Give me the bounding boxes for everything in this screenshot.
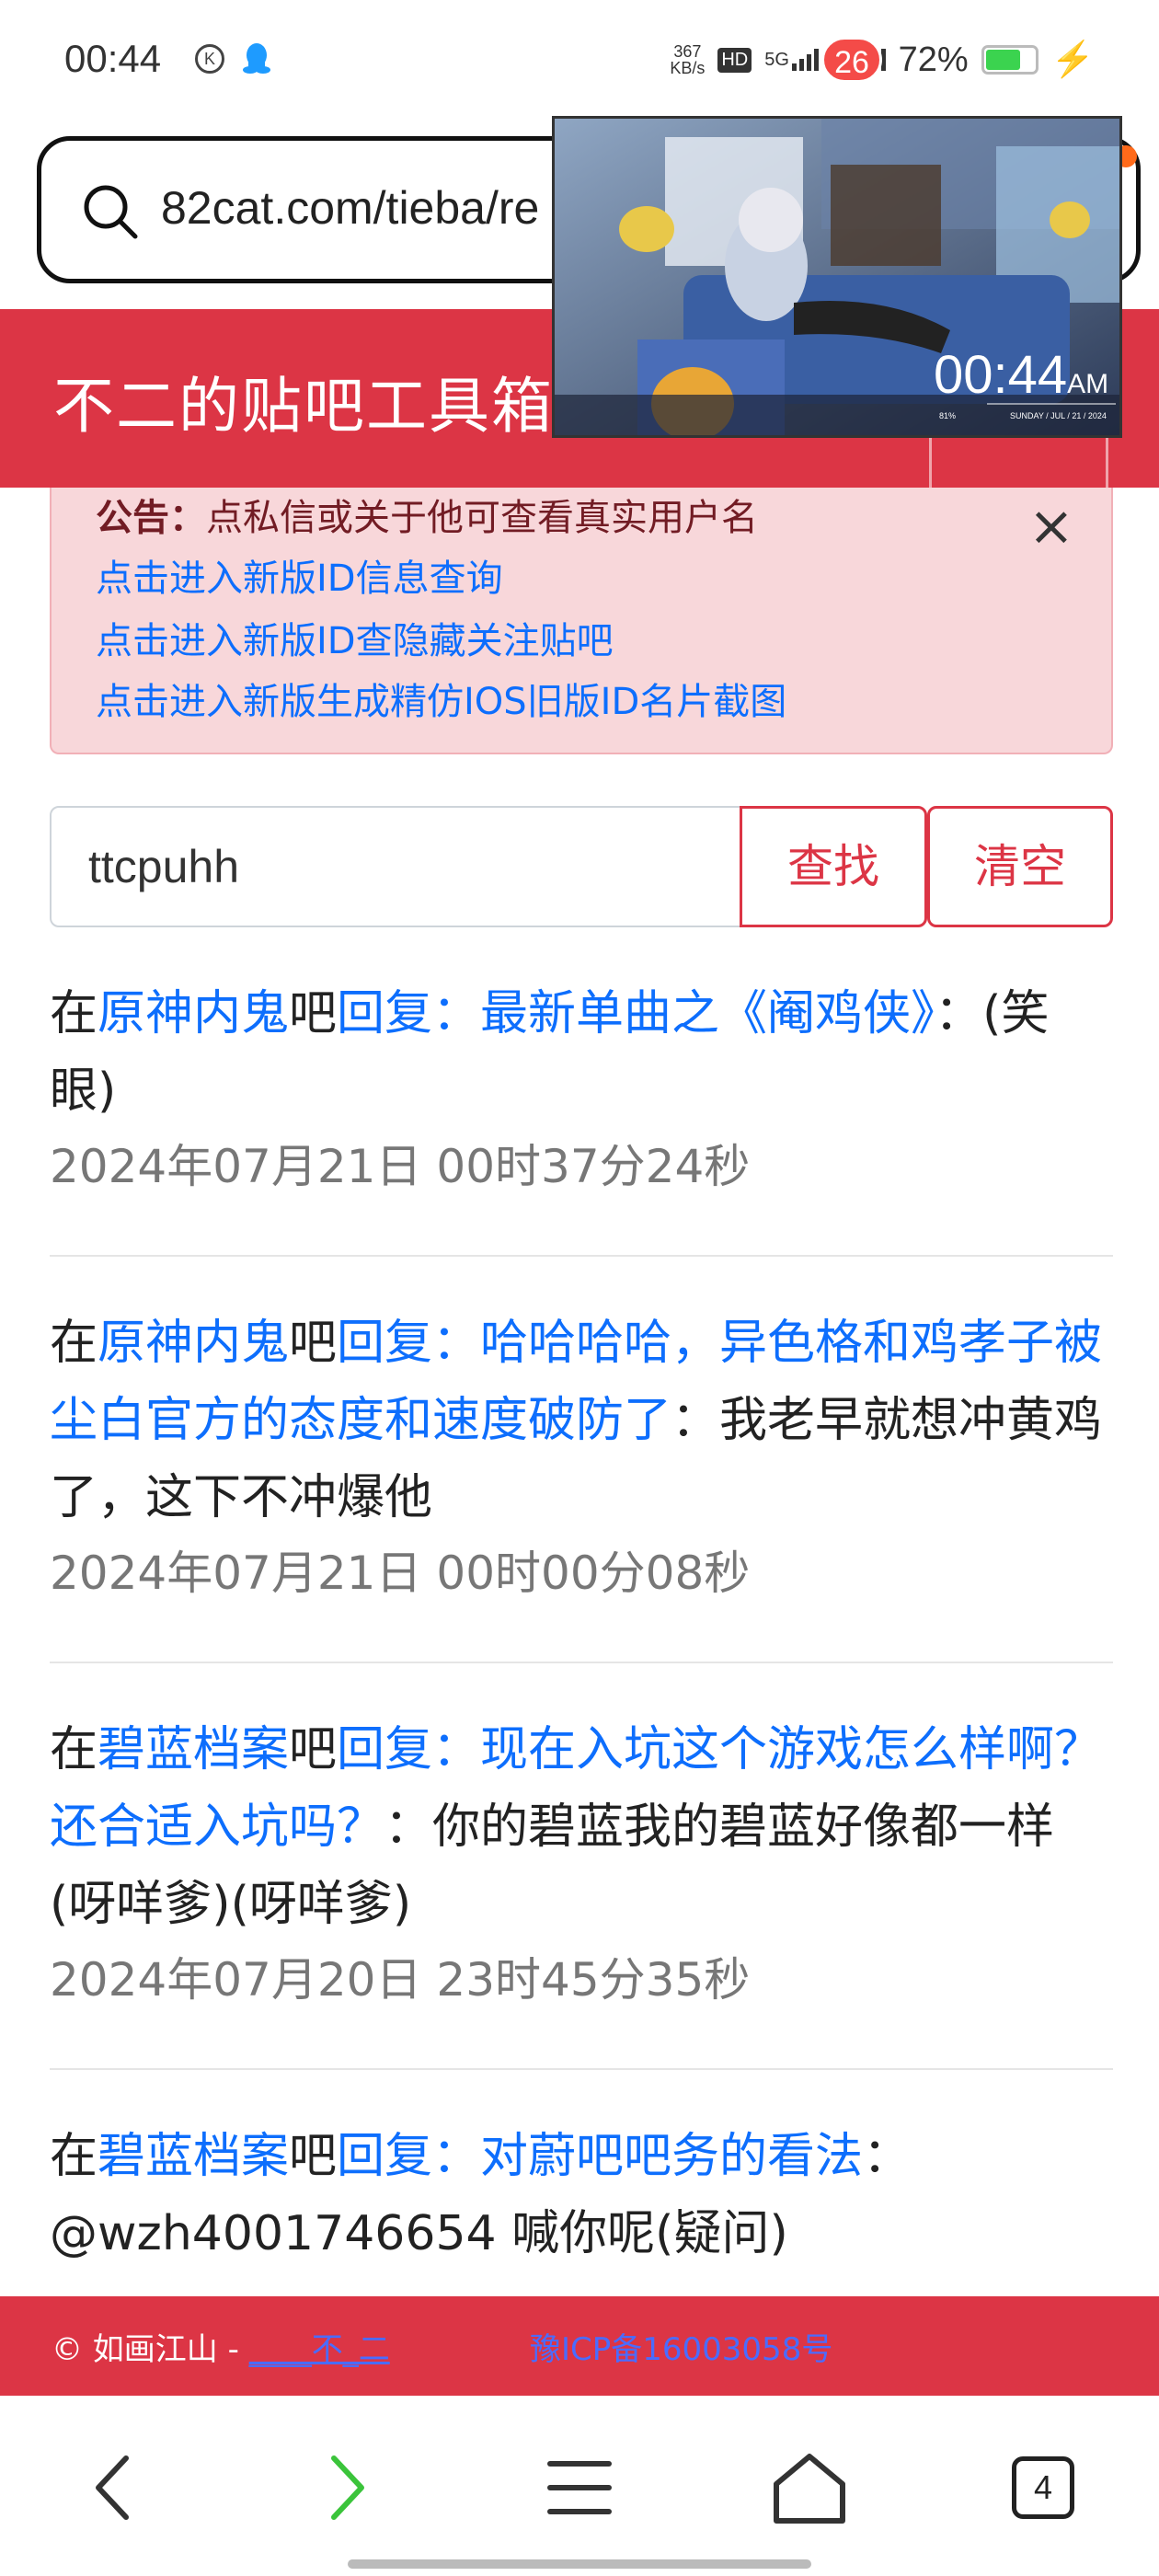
browser-bottom-nav: [0, 2396, 1159, 2576]
hd-icon: HD: [717, 47, 752, 73]
author-link[interactable]: ____不_二: [249, 2331, 390, 2368]
notice-link-hidden-follow[interactable]: 点击进入新版ID查隐藏关注贴吧: [96, 611, 614, 664]
result-timestamp: 2024年07月21日 00时37分24秒: [50, 1140, 751, 1193]
tabs-icon[interactable]: 4: [1012, 2456, 1074, 2519]
result-prefix: 在: [50, 2129, 98, 2184]
battery-fill: [985, 50, 1020, 70]
forum-link[interactable]: 原神内鬼: [98, 986, 289, 1041]
result-ba: 吧: [289, 1316, 338, 1371]
video-clock-time: 00:44: [934, 345, 1068, 405]
back-arrow-icon[interactable]: [69, 2442, 161, 2534]
forward-arrow-icon[interactable]: [299, 2442, 391, 2534]
post-title-link[interactable]: 回复：最新单曲之《阉鸡侠》: [337, 986, 935, 1041]
result-text: 在原神内鬼吧回复：最新单曲之《阉鸡侠》：(笑眼): [50, 975, 1113, 1130]
result-text: 在原神内鬼吧回复：哈哈哈哈，异色格和鸡孝子被尘白官方的态度和速度破防了：我老早就…: [50, 1305, 1113, 1536]
result-prefix: 在: [50, 1722, 98, 1777]
video-date: SUNDAY / JUL / 21 / 2024: [1010, 411, 1107, 420]
result-ba: 吧: [289, 986, 338, 1041]
post-title-link[interactable]: 回复：对蔚吧吧务的看法: [337, 2129, 863, 2184]
result-ba: 吧: [289, 1722, 338, 1777]
battery-percent: 72%: [898, 40, 969, 79]
notice-link-ios-card[interactable]: 点击进入新版生成精仿IOS旧版ID名片截图: [96, 672, 786, 725]
list-item: 在原神内鬼吧回复：哈哈哈哈，异色格和鸡孝子被尘白官方的态度和速度破防了：我老早就…: [50, 1305, 1113, 1663]
clear-button[interactable]: 清空: [927, 806, 1113, 927]
result-sep: ：: [863, 2129, 912, 2184]
home-icon[interactable]: [763, 2442, 855, 2534]
sim1-label: 5G: [764, 50, 789, 70]
result-text: 在碧蓝档案吧回复：现在入坑这个游戏怎么样啊？还合适入坑吗？：你的碧蓝我的碧蓝好像…: [50, 1711, 1113, 1943]
notice-label: 公告：: [96, 497, 206, 539]
notice-text: 公告：点私信或关于他可查看真实用户名: [96, 488, 758, 541]
forum-link[interactable]: 原神内鬼: [98, 1316, 289, 1371]
site-title: 不二的贴吧工具箱: [53, 371, 554, 442]
net-speed-value: 367: [673, 42, 702, 61]
menu-icon[interactable]: [534, 2442, 625, 2534]
result-sep: ：: [935, 986, 983, 1041]
status-bar: 00:44 K 367 KB/s HD 5G 5G 72% ⚡: [0, 0, 1159, 120]
video-battery: 81%: [939, 411, 957, 420]
qq-penguin-icon: [243, 43, 270, 74]
signal-icon: 5G: [764, 49, 819, 71]
results-list: 在原神内鬼吧回复：最新单曲之《阉鸡侠》：(笑眼) 2024年07月21日 00时…: [50, 975, 1113, 2381]
pip-video-overlay[interactable]: 00:44AM 81% SUNDAY / JUL / 21 / 2024: [552, 116, 1122, 438]
search-icon: [84, 185, 138, 239]
result-text: 在碧蓝档案吧回复：对蔚吧吧务的看法： @wzh4001746654 喊你呢(疑问): [50, 2118, 1113, 2272]
reply-content: @wzh4001746654 喊你呢(疑问): [50, 2206, 788, 2261]
find-button[interactable]: 查找: [740, 806, 927, 927]
battery-icon: [981, 45, 1039, 75]
result-prefix: 在: [50, 1316, 98, 1371]
video-clock: 00:44AM: [934, 344, 1108, 406]
result-timestamp: 2024年07月21日 00时00分08秒: [50, 1547, 751, 1600]
site-footer: © 如画江山 - ____不_二 豫ICP备16003058号: [0, 2296, 1159, 2396]
net-speed-unit: KB/s: [670, 59, 706, 77]
close-icon[interactable]: ×: [1028, 499, 1074, 554]
result-sep: ：: [671, 1393, 720, 1448]
search-input[interactable]: [50, 806, 741, 927]
copyright-text: © 如画江山 -: [52, 2331, 249, 2368]
forum-link[interactable]: 碧蓝档案: [98, 1722, 289, 1777]
icp-link[interactable]: 豫ICP备16003058号: [530, 2324, 832, 2369]
status-time: 00:44: [64, 37, 162, 80]
list-item: 在碧蓝档案吧回复：现在入坑这个游戏怎么样啊？还合适入坑吗？：你的碧蓝我的碧蓝好像…: [50, 1711, 1113, 2070]
result-timestamp: 2024年07月20日 23时45分35秒: [50, 1953, 751, 2007]
result-ba: 吧: [289, 2129, 338, 2184]
network-speed: 367 KB/s: [670, 43, 705, 76]
home-indicator: [348, 2559, 811, 2569]
list-item: 在原神内鬼吧回复：最新单曲之《阉鸡侠》：(笑眼) 2024年07月21日 00时…: [50, 975, 1113, 1257]
video-clock-ampm: AM: [1067, 369, 1109, 399]
charging-bolt-icon: ⚡: [1050, 40, 1095, 79]
notice-link-id-info[interactable]: 点击进入新版ID信息查询: [96, 548, 503, 602]
forum-link[interactable]: 碧蓝档案: [98, 2129, 289, 2184]
notice-alert: 公告：点私信或关于他可查看真实用户名 点击进入新版ID信息查询 点击进入新版ID…: [50, 488, 1113, 754]
status-right-group: 367 KB/s HD 5G 5G 72% ⚡: [670, 37, 1095, 83]
home-badge: 26: [821, 37, 882, 83]
notice-message: 点私信或关于他可查看真实用户名: [206, 497, 758, 539]
url-text[interactable]: 82cat.com/tieba/re: [161, 181, 539, 235]
k-circle-icon: K: [195, 44, 224, 74]
result-prefix: 在: [50, 986, 98, 1041]
result-sep: ：: [384, 1800, 433, 1855]
footer-copyright: © 如画江山 - ____不_二: [52, 2324, 390, 2369]
